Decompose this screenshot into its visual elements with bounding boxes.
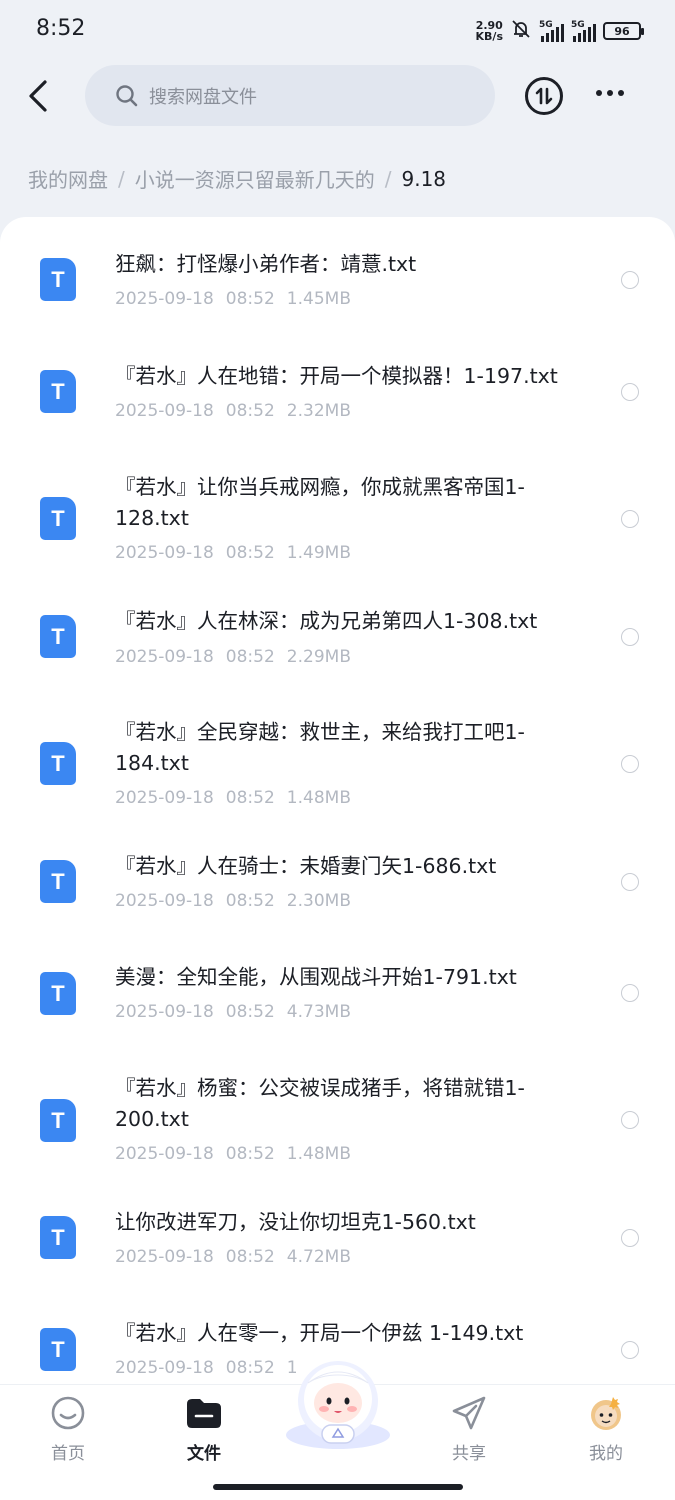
breadcrumb-item-root[interactable]: 我的网盘 [28,164,108,193]
status-time: 8:52 [36,16,86,41]
battery-icon: 96 [603,22,644,40]
tab-files[interactable]: 文件 [159,1385,249,1464]
top-nav: 搜索网盘文件 [0,62,675,130]
select-checkbox[interactable] [621,984,639,1002]
file-name: 『若水』人在林深：成为兄弟第四人1-308.txt [115,609,538,633]
tab-home[interactable]: 首页 [23,1385,113,1464]
breadcrumb-item-current: 9.18 [401,166,447,191]
folder-icon [184,1393,224,1433]
file-name: 『若水』全民穿越：救世主，来给我打工吧1-184.txt [115,720,525,775]
chevron-left-icon [29,80,47,112]
txt-file-icon: T [40,972,76,1015]
select-checkbox[interactable] [621,271,639,289]
file-meta: 2025-09-18 08:52 2.32MB [115,401,351,421]
select-checkbox[interactable] [621,628,639,646]
select-checkbox[interactable] [621,1111,639,1129]
file-name: 『若水』人在骑士：未婚妻门矢1-686.txt [115,854,497,878]
select-checkbox[interactable] [621,755,639,773]
file-name: 让你改进军刀，没让你切坦克1-560.txt [115,1210,476,1234]
txt-file-icon: T [40,370,76,413]
search-input[interactable]: 搜索网盘文件 [85,65,495,126]
file-meta: 2025-09-18 08:52 1.45MB [115,289,351,309]
signal-icon-1: 5G [539,20,564,42]
file-meta: 2025-09-18 08:52 2.30MB [115,891,351,911]
tab-profile-label: 我的 [589,1444,623,1464]
file-meta: 2025-09-18 08:52 2.29MB [115,647,351,667]
file-meta: 2025-09-18 08:52 1.48MB [115,1144,351,1164]
txt-file-icon: T [40,258,76,301]
status-icons: 2.90 KB/s 5G 5G 96 [476,18,644,44]
send-icon [449,1393,489,1433]
avatar-icon [586,1393,626,1433]
file-meta: 2025-09-18 08:52 1.49MB [115,543,351,563]
transfer-button[interactable] [525,77,563,115]
txt-file-icon: T [40,742,76,785]
tab-profile[interactable]: 我的 [561,1385,651,1464]
file-name: 『若水』杨蜜：公交被误成猪手，将错就错1-200.txt [115,1076,525,1131]
txt-file-icon: T [40,615,76,658]
file-name: 『若水』人在地错：开局一个模拟器！1-197.txt [115,364,558,388]
file-meta: 2025-09-18 08:52 4.72MB [115,1247,351,1267]
file-name: 『若水』让你当兵戒网瘾，你成就黑客帝国1-128.txt [115,475,525,530]
tab-home-label: 首页 [51,1444,85,1464]
status-bar: 8:52 2.90 KB/s 5G 5G 96 [0,0,675,62]
breadcrumb-separator: / [384,166,392,191]
select-checkbox[interactable] [621,1341,639,1359]
tab-share-label: 共享 [452,1444,486,1464]
home-indicator [213,1484,463,1490]
file-name: 『若水』人在零一，开局一个伊兹 1-149.txt [115,1321,524,1345]
select-checkbox[interactable] [621,1229,639,1247]
txt-file-icon: T [40,1099,76,1142]
signal-icon-2: 5G [571,20,596,42]
home-icon [48,1393,88,1433]
select-checkbox[interactable] [621,510,639,528]
file-meta: 2025-09-18 08:52 1.48MB [115,788,351,808]
mascot-assistant-button[interactable] [278,1353,398,1453]
breadcrumb: 我的网盘 / 小说一资源只留最新几天的 / 9.18 [28,164,446,193]
tab-share[interactable]: 共享 [424,1385,514,1464]
back-button[interactable] [22,76,54,116]
file-list: T 狂飙：打怪爆小弟作者：靖薏.txt 2025-09-18 08:52 1.45M… [0,217,675,1417]
search-icon [116,84,138,106]
txt-file-icon: T [40,1216,76,1259]
more-options-icon[interactable] [596,90,624,96]
breadcrumb-item-folder[interactable]: 小说一资源只留最新几天的 [135,164,375,193]
txt-file-icon: T [40,860,76,903]
breadcrumb-separator: / [118,166,125,191]
file-name: 美漫：全知全能，从围观战斗开始1-791.txt [115,965,517,989]
txt-file-icon: T [40,1328,76,1371]
file-meta: 2025-09-18 08:52 4.73MB [115,1002,351,1022]
select-checkbox[interactable] [621,383,639,401]
file-name: 狂飙：打怪爆小弟作者：靖薏.txt [115,252,417,276]
transfer-arrows-icon [535,87,553,105]
mute-bell-icon [510,18,532,44]
network-speed-unit: KB/s [475,30,503,43]
tab-files-label: 文件 [187,1444,221,1464]
search-placeholder: 搜索网盘文件 [149,86,257,108]
network-speed: 2.90 KB/s [476,20,503,42]
select-checkbox[interactable] [621,873,639,891]
file-meta: 2025-09-18 08:52 1 [115,1358,298,1378]
txt-file-icon: T [40,497,76,540]
